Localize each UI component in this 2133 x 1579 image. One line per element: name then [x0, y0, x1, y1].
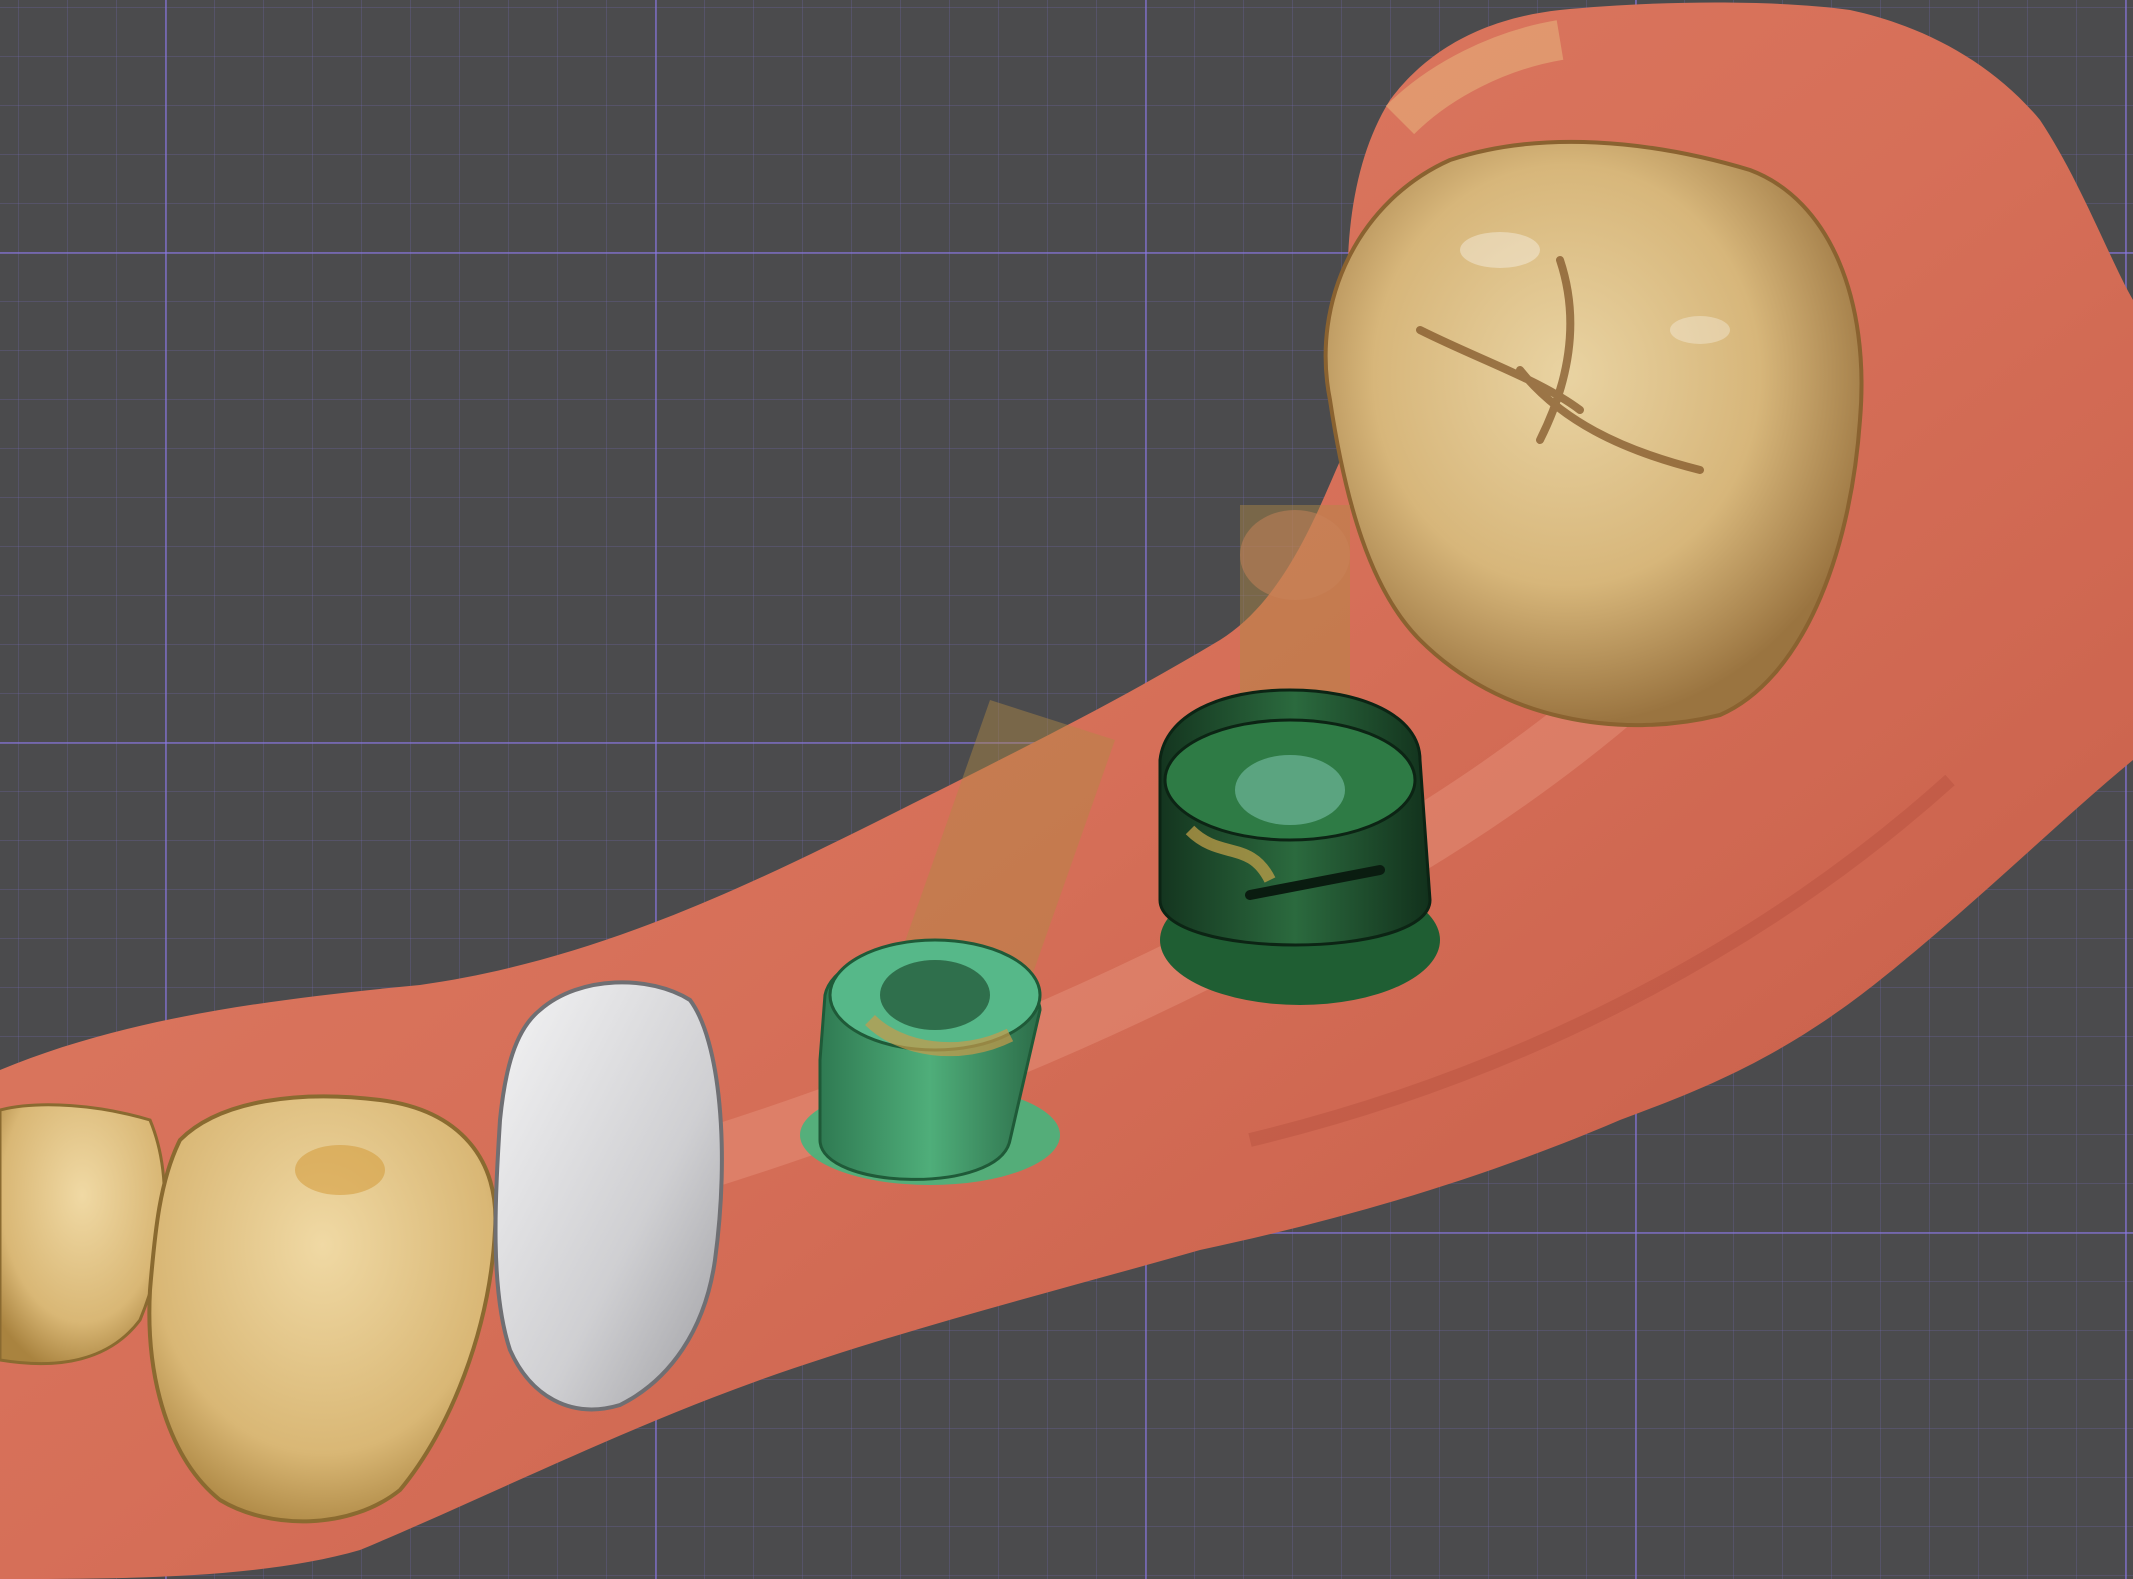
scan-body-anterior[interactable] [800, 938, 1060, 1185]
dental-scan-scene[interactable] [0, 0, 2133, 1579]
3d-viewport[interactable] [0, 0, 2133, 1579]
scan-body-posterior[interactable] [1158, 688, 1440, 1005]
